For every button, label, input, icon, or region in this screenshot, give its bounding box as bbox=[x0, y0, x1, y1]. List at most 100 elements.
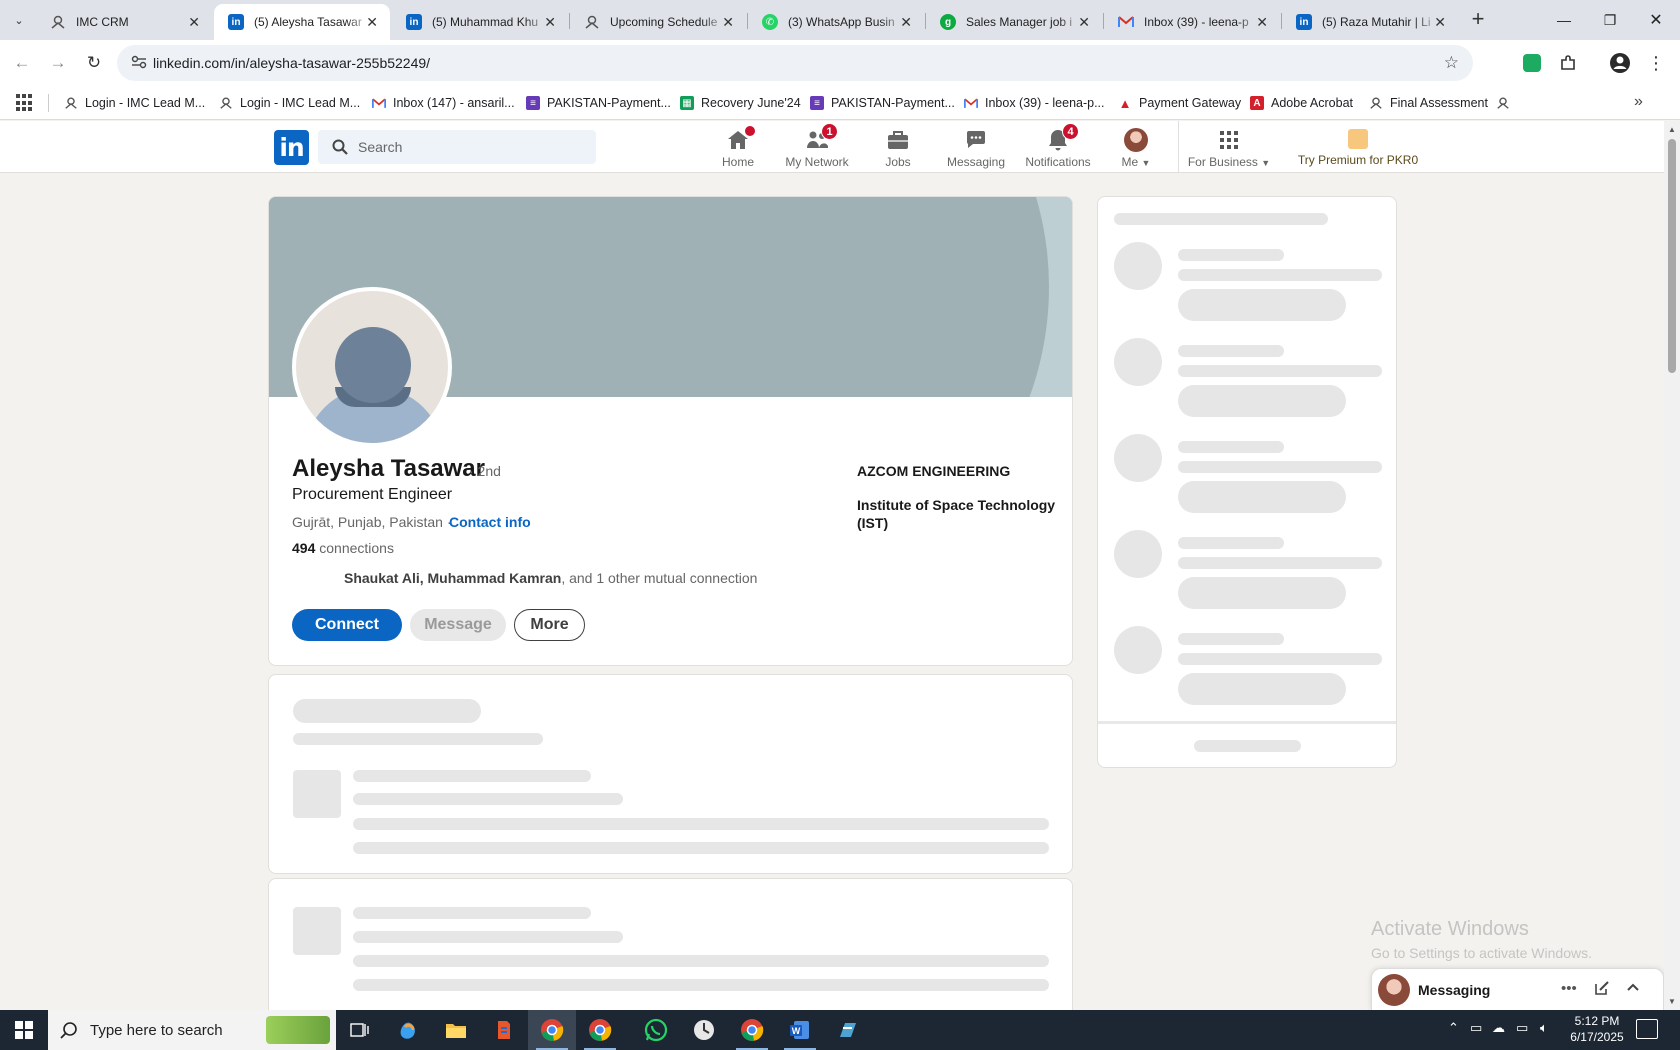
tab-title: (3) WhatsApp Busin bbox=[788, 15, 895, 29]
nav-label: Jobs bbox=[885, 155, 911, 169]
bookmark-item[interactable]: ▦ Recovery June'24 bbox=[680, 94, 801, 112]
close-icon[interactable]: ✕ bbox=[1078, 14, 1090, 31]
chrome-taskbar-icon[interactable] bbox=[528, 1010, 576, 1050]
close-icon[interactable]: ✕ bbox=[1434, 14, 1446, 31]
bookmark-item[interactable]: Inbox (147) - ansaril... bbox=[372, 94, 515, 112]
whatsapp-icon[interactable] bbox=[632, 1010, 680, 1050]
linkedin-search-box[interactable] bbox=[318, 130, 596, 164]
restore-icon[interactable]: ❐ bbox=[1587, 6, 1633, 34]
try-premium-link[interactable]: Try Premium for PKR0 bbox=[1284, 127, 1432, 167]
bookmark-item[interactable]: Login - IMC Lead M... bbox=[64, 94, 205, 112]
chevron-double-right-icon[interactable]: » bbox=[1634, 93, 1643, 111]
file-explorer-icon[interactable] bbox=[432, 1010, 480, 1050]
messaging-overlay-bar[interactable]: Messaging ••• bbox=[1371, 968, 1664, 1010]
whatsapp-extension-icon[interactable] bbox=[1520, 51, 1544, 75]
tab-muhammad-khu[interactable]: in (5) Muhammad Khu ✕ bbox=[392, 4, 568, 40]
bookmark-item[interactable]: ≡ PAKISTAN-Payment... bbox=[810, 94, 955, 112]
new-tab-button[interactable]: + bbox=[1466, 8, 1490, 32]
nav-jobs[interactable]: Jobs bbox=[876, 125, 920, 171]
tab-aleysha-tasawar[interactable]: in (5) Aleysha Tasawar ✕ bbox=[214, 4, 390, 40]
scrollbar-thumb[interactable] bbox=[1668, 139, 1676, 373]
message-button[interactable]: Message bbox=[410, 609, 506, 641]
nav-me[interactable]: Me ▼ bbox=[1116, 125, 1156, 171]
bookmark-item[interactable]: Final Assessment bbox=[1369, 94, 1488, 112]
windows-start-icon[interactable] bbox=[0, 1010, 48, 1050]
app-icon[interactable] bbox=[480, 1010, 528, 1050]
scroll-down-icon[interactable]: ▼ bbox=[1668, 997, 1676, 1006]
connect-button[interactable]: Connect bbox=[292, 609, 402, 641]
word-icon[interactable]: W bbox=[776, 1010, 824, 1050]
chevron-up-icon[interactable] bbox=[1625, 980, 1641, 1000]
volume-icon[interactable]: 🔈︎ bbox=[1540, 1020, 1548, 1036]
more-button[interactable]: More bbox=[514, 609, 585, 641]
nav-for-business[interactable]: For Business ▼ bbox=[1186, 125, 1272, 171]
chevron-up-icon[interactable]: ⌃ bbox=[1448, 1020, 1459, 1036]
copilot-icon[interactable] bbox=[384, 1010, 432, 1050]
site-info-icon[interactable] bbox=[117, 55, 153, 72]
tab-gmail-inbox[interactable]: Inbox (39) - leena-p ✕ bbox=[1104, 4, 1280, 40]
tab-search-dropdown[interactable]: ⌄ bbox=[8, 9, 30, 31]
chrome-profile-icon[interactable] bbox=[728, 1010, 776, 1050]
page-scrollbar[interactable]: ▲ ▼ bbox=[1664, 121, 1680, 1010]
tab-raza-mutahir[interactable]: in (5) Raza Mutahir | Li ✕ bbox=[1282, 4, 1458, 40]
current-company-link[interactable]: AZCOM ENGINEERING bbox=[857, 463, 1010, 479]
scroll-up-icon[interactable]: ▲ bbox=[1668, 125, 1676, 134]
bookmark-item[interactable]: Login - IMC Lead M... bbox=[219, 94, 360, 112]
tab-upcoming-schedule[interactable]: Upcoming Schedule ✕ bbox=[570, 4, 746, 40]
nav-my-network[interactable]: 1 My Network bbox=[779, 123, 855, 171]
education-link[interactable]: Institute of Space Technology (IST) bbox=[857, 496, 1057, 532]
close-icon[interactable]: ✕ bbox=[188, 14, 200, 31]
bookmark-item[interactable]: ≡ PAKISTAN-Payment... bbox=[526, 94, 671, 112]
profile-photo[interactable] bbox=[292, 287, 452, 447]
grid-icon bbox=[1216, 127, 1242, 153]
profile-avatar-icon[interactable] bbox=[1608, 51, 1632, 75]
bookmark-item[interactable]: Inbox (39) - leena-p... bbox=[964, 94, 1105, 112]
tab-sales-manager-job[interactable]: g Sales Manager job i ✕ bbox=[926, 4, 1102, 40]
more-menu-icon[interactable]: ⋮ bbox=[1644, 51, 1668, 75]
network-icon[interactable]: ▭ bbox=[1516, 1020, 1528, 1036]
minimize-icon[interactable]: — bbox=[1541, 6, 1587, 34]
nav-messaging[interactable]: Messaging bbox=[940, 125, 1012, 171]
bookmark-item[interactable]: ▲ Payment Gateway bbox=[1118, 94, 1242, 112]
clock-app-icon[interactable] bbox=[680, 1010, 728, 1050]
close-icon[interactable]: ✕ bbox=[544, 14, 556, 31]
reload-icon[interactable]: ↻ bbox=[82, 51, 106, 75]
search-input[interactable] bbox=[358, 139, 558, 155]
compose-icon[interactable] bbox=[1594, 980, 1610, 1000]
system-clock[interactable]: 5:12 PM 6/17/2025 bbox=[1566, 1013, 1628, 1045]
contact-info-link[interactable]: Contact info bbox=[449, 514, 531, 530]
close-icon[interactable]: ✕ bbox=[1256, 14, 1268, 31]
connections-count[interactable]: 494 connections bbox=[292, 540, 394, 556]
tab-imc-crm[interactable]: IMC CRM ✕ bbox=[36, 4, 212, 40]
whatsapp-icon: ✆ bbox=[762, 14, 778, 30]
address-bar[interactable]: linkedin.com/in/aleysha-tasawar-255b5224… bbox=[117, 45, 1473, 81]
more-options-icon[interactable]: ••• bbox=[1561, 980, 1577, 997]
close-window-icon[interactable]: ✕ bbox=[1633, 6, 1679, 34]
profile-top-card: Aleysha Tasawar · 2nd Procurement Engine… bbox=[268, 196, 1073, 666]
apps-grid-icon[interactable] bbox=[16, 94, 34, 112]
extensions-puzzle-icon[interactable] bbox=[1556, 51, 1580, 75]
close-icon[interactable]: ✕ bbox=[900, 14, 912, 31]
bookmark-item[interactable] bbox=[1496, 94, 1517, 112]
mutual-connections-link[interactable]: Shaukat Ali, Muhammad Kamran, and 1 othe… bbox=[344, 570, 757, 586]
taskbar-search-box[interactable] bbox=[48, 1010, 336, 1050]
linkedin-logo-icon[interactable]: in bbox=[274, 130, 309, 165]
forward-icon[interactable]: → bbox=[46, 51, 70, 75]
task-view-icon[interactable] bbox=[336, 1010, 384, 1050]
bookmark-item[interactable]: A Adobe Acrobat bbox=[1250, 94, 1353, 112]
nav-home[interactable]: Home bbox=[716, 125, 760, 171]
onedrive-icon[interactable]: ☁ bbox=[1492, 1020, 1505, 1036]
back-icon[interactable]: ← bbox=[10, 51, 34, 75]
close-icon[interactable]: ✕ bbox=[366, 14, 378, 31]
skeleton-bar bbox=[353, 818, 1049, 830]
tab-whatsapp-business[interactable]: ✆ (3) WhatsApp Busin ✕ bbox=[748, 4, 924, 40]
app-icon[interactable] bbox=[824, 1010, 872, 1050]
nav-notifications[interactable]: 4 Notifications bbox=[1022, 123, 1094, 171]
notification-center-icon[interactable] bbox=[1636, 1019, 1658, 1039]
bookmark-star-icon[interactable]: ☆ bbox=[1444, 53, 1459, 73]
close-icon[interactable]: ✕ bbox=[722, 14, 734, 31]
linkedin-global-nav: in Home 1 My Network Jobs bbox=[0, 121, 1664, 173]
meet-icon[interactable]: ▭ bbox=[1470, 1020, 1482, 1036]
chrome-profile-icon[interactable] bbox=[576, 1010, 624, 1050]
taskbar-search-input[interactable] bbox=[90, 1021, 270, 1039]
